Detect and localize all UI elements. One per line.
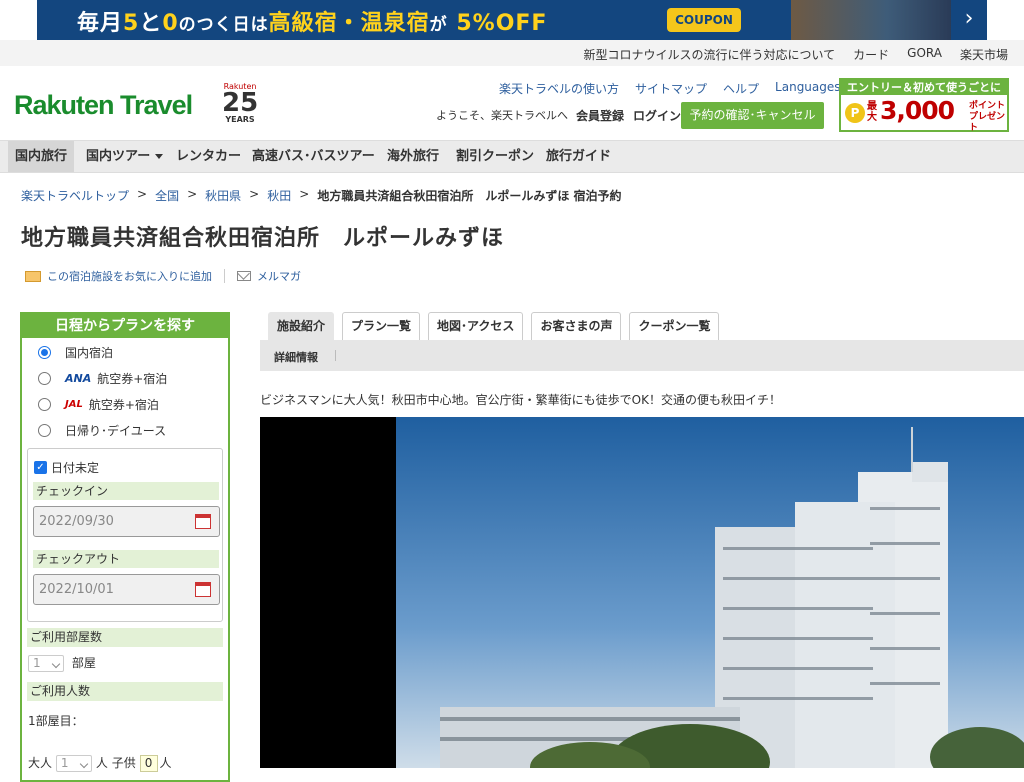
nav-overseas[interactable]: 海外旅行	[380, 141, 446, 172]
howto-link[interactable]: 楽天トラベルの使い方	[499, 80, 619, 97]
chevron-right-icon[interactable]: ›	[951, 0, 987, 40]
favorite-folder-icon	[25, 270, 41, 282]
login-link[interactable]: ログイン	[633, 107, 681, 124]
child-count[interactable]: 0	[139, 755, 158, 772]
subtab-details[interactable]: 詳細情報	[274, 349, 318, 365]
mailmag-link[interactable]: メルマガ	[257, 268, 301, 284]
tab-plans[interactable]: プラン一覧	[342, 312, 421, 340]
catch-copy: ビジネスマンに大人気！秋田市中心地。官公庁街・繁華街にも徒歩でOK！交通の便も秋…	[260, 393, 781, 407]
tab-coupons[interactable]: クーポン一覧	[629, 312, 720, 340]
radio[interactable]	[38, 372, 51, 385]
25-years-logo: Rakuten 25 YEARS	[222, 82, 259, 124]
util-link-ichiba[interactable]: 楽天市場	[960, 46, 1008, 63]
add-favorite-link[interactable]: この宿泊施設をお気に入りに追加	[47, 268, 212, 284]
undecided-checkbox[interactable]: ✓ 日付未定	[34, 459, 99, 476]
breadcrumb: 楽天トラベルトップ > 全国 > 秋田県 > 秋田 > 地方職員共済組合秋田宿泊…	[21, 187, 622, 204]
breadcrumb-current: 地方職員共済組合秋田宿泊所 ルポールみずほ 宿泊予約	[317, 189, 622, 203]
util-link-card[interactable]: カード	[853, 46, 889, 63]
header-links: 楽天トラベルの使い方 サイトマップ ヘルプ Languages	[499, 80, 853, 97]
breadcrumb-city[interactable]: 秋田	[267, 187, 291, 204]
jal-logo: JAL	[65, 399, 83, 410]
facility-tabs: 施設紹介 プラン一覧 地図･アクセス お客さまの声 クーポン一覧	[268, 312, 720, 340]
breadcrumb-top[interactable]: 楽天トラベルトップ	[21, 187, 129, 204]
promo-banner[interactable]: 毎月5と0のつく日は高級宿・温泉宿が 5%OFF COUPON ›	[37, 0, 987, 40]
point-coin-icon: P	[845, 103, 865, 123]
radio[interactable]	[38, 424, 51, 437]
nav-guide[interactable]: 旅行ガイド	[539, 141, 618, 172]
calendar-icon[interactable]	[195, 514, 211, 529]
tab-facility[interactable]: 施設紹介	[268, 312, 335, 340]
breadcrumb-all[interactable]: 全国	[155, 187, 179, 204]
option-dayuse[interactable]: 日帰り･デイユース	[38, 422, 166, 439]
checkout-label: チェックアウト	[33, 550, 219, 568]
calendar-icon[interactable]	[195, 582, 211, 597]
banner-photo	[791, 0, 951, 40]
subtab-bar: 詳細情報	[260, 340, 1024, 371]
sitemap-link[interactable]: サイトマップ	[635, 80, 707, 97]
tab-reviews[interactable]: お客さまの声	[531, 312, 622, 340]
rooms-row: 1 部屋	[28, 654, 96, 672]
mail-icon	[237, 271, 251, 281]
welcome-text: ようこそ、楽天トラベルへ	[436, 109, 568, 122]
divider	[224, 269, 225, 283]
option-domestic[interactable]: 国内宿泊	[38, 344, 113, 361]
divider	[335, 350, 336, 361]
hotel-photo	[260, 417, 1024, 768]
option-ana[interactable]: ANA 航空券+宿泊	[38, 370, 167, 387]
option-jal[interactable]: JAL 航空券+宿泊	[38, 396, 159, 413]
favorite-line: この宿泊施設をお気に入りに追加 メルマガ	[25, 268, 301, 284]
nav-domestic[interactable]: 国内旅行	[8, 141, 75, 172]
util-link-gora[interactable]: GORA	[907, 46, 942, 63]
nav-coupon[interactable]: 割引クーポン	[449, 141, 541, 172]
nav-domestic-tour[interactable]: 国内ツアー	[79, 141, 170, 172]
register-link[interactable]: 会員登録	[576, 107, 624, 124]
coupon-tag: COUPON	[667, 8, 741, 32]
rakuten-travel-logo[interactable]: Rakuten Travel	[14, 90, 193, 121]
ana-logo: ANA	[65, 372, 92, 385]
point-promo-banner[interactable]: エントリー＆初めて使うごとに P 最大 3,000 ポイントプレゼント	[839, 78, 1009, 133]
plan-search-sidebar: 日程からプランを探す 国内宿泊 ANA 航空券+宿泊 JAL 航空券+宿泊 日帰…	[20, 312, 230, 782]
checkin-input[interactable]: 2022/09/30	[33, 506, 220, 537]
rooms-label: ご利用部屋数	[27, 628, 223, 647]
room1-label: 1部屋目：	[28, 714, 84, 728]
radio-selected[interactable]	[38, 346, 51, 359]
people-row: 大人 1人 子供 0人	[28, 755, 172, 772]
sidebar-heading: 日程からプランを探す	[22, 314, 228, 338]
checkin-label: チェックイン	[33, 482, 219, 500]
banner-text: 毎月5と0のつく日は高級宿・温泉宿が 5%OFF	[77, 11, 548, 36]
breadcrumb-pref[interactable]: 秋田県	[205, 187, 241, 204]
checkmark-icon[interactable]: ✓	[34, 461, 47, 474]
nav-rentacar[interactable]: レンタカー	[169, 141, 248, 172]
date-box: ✓ 日付未定 チェックイン 2022/09/30 チェックアウト 2022/10…	[27, 448, 223, 622]
util-link-corona[interactable]: 新型コロナウイルスの流行に伴う対応について	[584, 46, 836, 63]
global-nav: 国内旅行 国内ツアー レンタカー 高速バス･バスツアー 海外旅行 割引クーポン …	[0, 140, 1024, 173]
checkout-input[interactable]: 2022/10/01	[33, 574, 220, 605]
nav-bus[interactable]: 高速バス･バスツアー	[245, 141, 382, 172]
adult-select[interactable]: 1	[55, 755, 92, 772]
reservation-check-button[interactable]: 予約の確認･キャンセル	[681, 102, 824, 129]
chevron-down-icon	[155, 154, 164, 159]
util-bar: 新型コロナウイルスの流行に伴う対応について カード GORA 楽天市場	[0, 40, 1024, 66]
radio[interactable]	[38, 398, 51, 411]
help-link[interactable]: ヘルプ	[723, 80, 759, 97]
page-title: 地方職員共済組合秋田宿泊所 ルポールみずほ	[21, 226, 505, 251]
rooms-select[interactable]: 1	[28, 655, 64, 672]
tab-map[interactable]: 地図･アクセス	[428, 312, 524, 340]
promo-point-label: ポイントプレゼント	[969, 101, 1006, 133]
people-label: ご利用人数	[27, 682, 223, 701]
